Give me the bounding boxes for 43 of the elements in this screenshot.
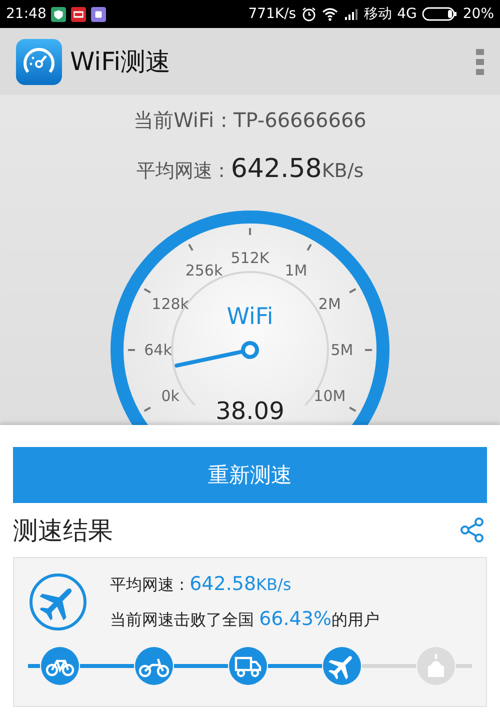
app-title: WiFi测速: [70, 46, 171, 78]
tick-label: 2M: [318, 295, 341, 313]
battery-icon: [422, 6, 458, 22]
tick-label: 10M: [314, 387, 346, 405]
tick-label: 5M: [330, 341, 354, 359]
average-speed-result: 平均网速 : 642.58KB/s: [110, 573, 292, 596]
battery-percent: 20%: [462, 6, 494, 22]
speedometer-icon: [16, 38, 62, 84]
tick-mark: [349, 406, 356, 412]
overflow-menu-icon[interactable]: [476, 48, 484, 74]
current-wifi: 当前WiFi : TP-66666666: [134, 107, 366, 134]
tick-mark: [349, 288, 356, 294]
tick-label: 128k: [152, 295, 189, 313]
tick-label: 1M: [284, 261, 308, 280]
status-time: 21:48: [6, 6, 46, 22]
news-app-icon: [71, 6, 86, 22]
tick-mark: [249, 228, 251, 235]
airplane-icon: [28, 572, 88, 632]
results-title: 测速结果: [13, 514, 113, 546]
tick-mark: [144, 406, 151, 412]
tick-mark: [128, 349, 135, 351]
network-speed: 771K/s: [248, 6, 296, 22]
tick-label: 256k: [185, 261, 223, 280]
retest-button[interactable]: 重新测速: [13, 447, 487, 503]
shield-app-icon: [51, 6, 66, 22]
share-icon[interactable]: [459, 517, 485, 543]
tick-mark: [188, 244, 194, 251]
tick-label: 64k: [144, 341, 172, 359]
speed-reading: 38.09: [216, 397, 284, 425]
tick-mark: [365, 349, 372, 351]
tick-label: 512K: [230, 249, 270, 267]
network-type: 4G: [397, 6, 417, 22]
ranking-text: 当前网速击败了全国 66.43%的用户: [110, 608, 380, 631]
alarm-icon: [301, 6, 318, 22]
tick-mark: [306, 244, 312, 251]
wifi-icon: [322, 6, 338, 22]
average-speed: 平均网速 : 642.58KB/s: [136, 154, 364, 184]
tick-label: 0k: [161, 387, 180, 405]
signal-icon: [343, 6, 360, 22]
tick-mark: [144, 288, 151, 294]
carrier-name: 移动: [364, 5, 392, 23]
app-icon: [91, 6, 106, 22]
gauge-label: WiFi: [226, 304, 274, 330]
